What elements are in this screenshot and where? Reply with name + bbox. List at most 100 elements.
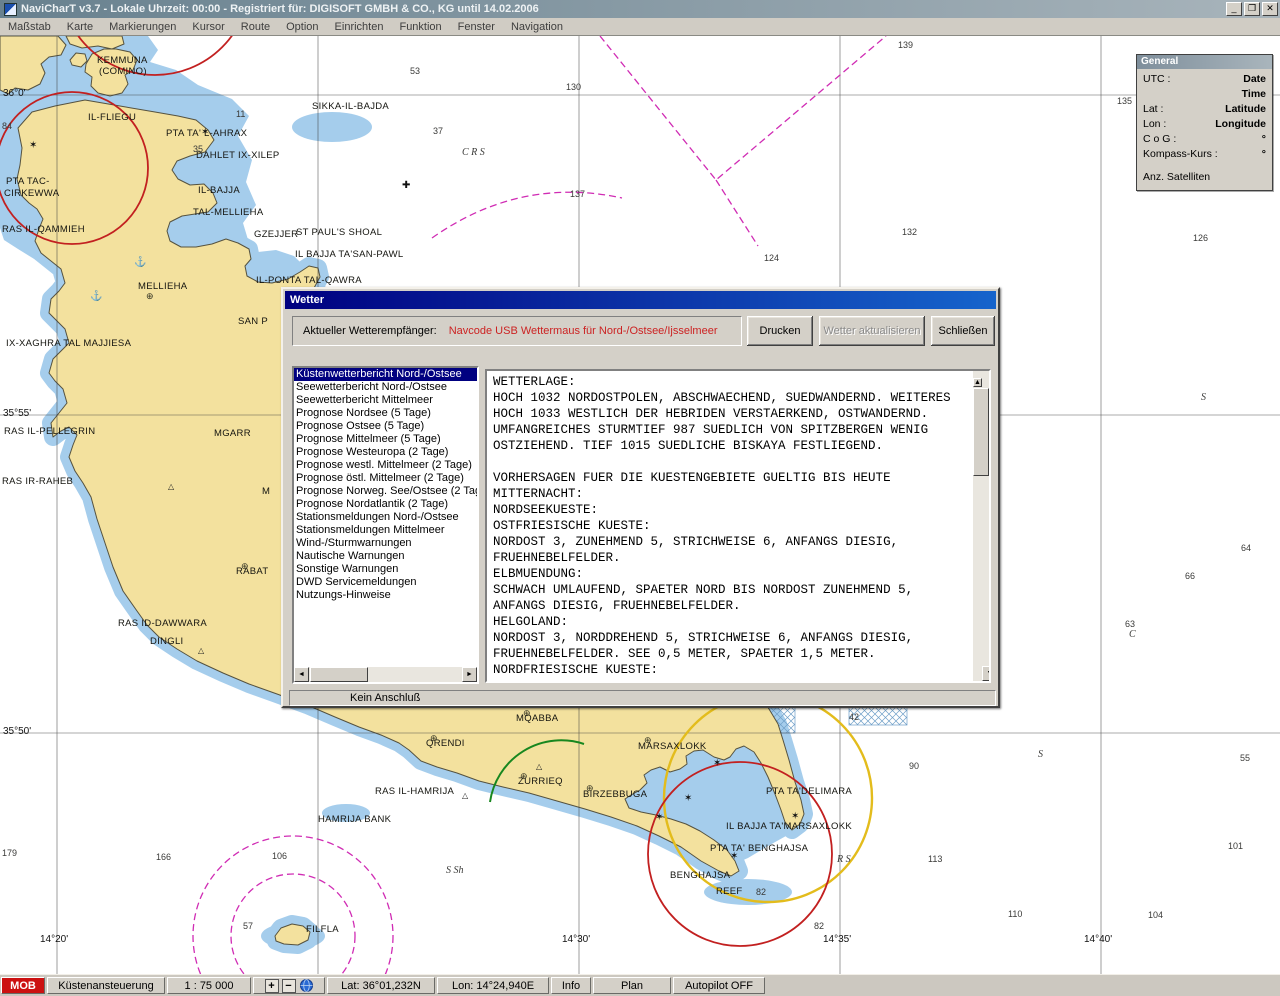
weather-list-item[interactable]: Seewetterbericht Mittelmeer <box>294 394 477 407</box>
general-row-value: ° <box>1262 148 1266 161</box>
vertical-scrollbar[interactable]: ▲ ▼ <box>973 371 989 681</box>
statusbar-filler <box>767 977 1279 994</box>
mob-button[interactable]: MOB <box>1 977 45 994</box>
general-row-value: ° <box>1262 133 1266 146</box>
report-line: NORDSEEKUESTE: <box>493 502 973 518</box>
weather-dialog-titlebar[interactable]: Wetter <box>285 291 996 309</box>
menu-item[interactable]: Fenster <box>450 19 503 35</box>
weather-list-item[interactable]: Prognose Mittelmeer (5 Tage) <box>294 433 477 446</box>
scroll-up-icon[interactable]: ▲ <box>973 378 982 387</box>
general-panel-row: UTC : Date <box>1139 72 1270 87</box>
general-row-value: Date <box>1243 73 1266 86</box>
menu-item[interactable]: Option <box>278 19 326 35</box>
general-row-value <box>1263 171 1266 184</box>
weather-list-item[interactable]: Prognose Nordsee (5 Tage) <box>294 407 477 420</box>
general-row-label: Anz. Satelliten <box>1143 171 1210 184</box>
window-title: NaviCharT v3.7 - Lokale Uhrzeit: 00:00 -… <box>21 3 539 15</box>
minimize-button[interactable]: _ <box>1226 2 1242 16</box>
general-panel-row: Anz. Satelliten <box>1139 170 1270 185</box>
report-line: NORDFRIESISCHE KUESTE: <box>493 662 973 678</box>
navichart-window: KEMMUNA(COMINO)SIKKA-IL-BAJDAIL-FLIEGUPT… <box>0 0 1280 996</box>
general-row-value: Latitude <box>1225 103 1266 116</box>
menu-item[interactable]: Route <box>233 19 278 35</box>
weather-list-item[interactable]: Nautische Warnungen <box>294 550 477 563</box>
weather-list-item[interactable]: Prognose Ostsee (5 Tage) <box>294 420 477 433</box>
maximize-button[interactable]: ❐ <box>1244 2 1260 16</box>
weather-list-item[interactable]: DWD Servicemeldungen <box>294 576 477 589</box>
receiver-value: Navcode USB Wettermaus für Nord-/Ostsee/… <box>449 325 718 337</box>
menu-item[interactable]: Einrichten <box>327 19 392 35</box>
report-line: ELBMUENDUNG: <box>493 566 973 582</box>
general-row-value: Time <box>1242 88 1266 101</box>
report-line: HOCH 1033 WESTLICH DER HEBRIDEN VERSTAER… <box>493 406 973 422</box>
weather-report-text[interactable]: WETTERLAGE:HOCH 1032 NORDOSTPOLEN, ABSCH… <box>485 369 991 683</box>
chart-scale-button[interactable]: 1 : 75 000 <box>167 977 251 994</box>
scroll-left-icon[interactable]: ◄ <box>294 667 309 682</box>
weather-list-item[interactable]: Prognose östl. Mittelmeer (2 Tage) <box>294 472 477 485</box>
horizontal-scrollbar[interactable]: ◄ ► <box>294 667 477 682</box>
general-row-label: Kompass-Kurs : <box>1143 148 1218 161</box>
weather-list-item[interactable]: Prognose Westeuropa (2 Tage) <box>294 446 477 459</box>
general-panel: General UTC : Date Time Lat : Latitude <box>1136 54 1273 191</box>
plan-button[interactable]: Plan <box>593 977 671 994</box>
general-row-label <box>1143 88 1146 101</box>
general-row-label: Lat : <box>1143 103 1163 116</box>
weather-list-item[interactable]: Prognose Nordatlantik (2 Tage) <box>294 498 477 511</box>
close-button[interactable]: ✕ <box>1262 2 1278 16</box>
weather-list-item[interactable]: Stationsmeldungen Mittelmeer <box>294 524 477 537</box>
zoom-in-icon[interactable]: + <box>265 979 279 993</box>
general-row-value: Longitude <box>1215 118 1266 131</box>
update-weather-button[interactable]: Wetter aktualisieren <box>819 316 925 346</box>
weather-list-item[interactable]: Küstenwetterbericht Nord-/Ostsee <box>294 368 477 381</box>
weather-list-item[interactable]: Nutzungs-Hinweise <box>294 589 477 602</box>
general-panel-row: Time <box>1139 87 1270 102</box>
menu-item[interactable]: Karte <box>59 19 101 35</box>
latitude-readout: Lat: 36°01,232N <box>327 977 435 994</box>
report-line: HELGOLAND: <box>493 614 973 630</box>
report-line: FRUEHNEBELFELDER. SEE 0,5 METER, SPAETER… <box>493 646 973 662</box>
general-panel-row: Lat : Latitude <box>1139 102 1270 117</box>
weather-list-item[interactable]: Wind-/Sturmwarnungen <box>294 537 477 550</box>
scroll-down-icon[interactable]: ▼ <box>982 666 991 681</box>
general-panel-row: Kompass-Kurs : ° <box>1139 147 1270 162</box>
report-line: NORDOST 3, NORDDREHEND 5, STRICHWEISE 6,… <box>493 630 973 646</box>
scrollbar-thumb[interactable] <box>973 388 989 476</box>
menu-item[interactable]: Funktion <box>391 19 449 35</box>
menu-item[interactable]: Kursor <box>184 19 232 35</box>
general-panel-row: C o G : ° <box>1139 132 1270 147</box>
title-bar: NaviCharT v3.7 - Lokale Uhrzeit: 00:00 -… <box>0 0 1280 18</box>
weather-list-item[interactable]: Sonstige Warnungen <box>294 563 477 576</box>
report-line: HOCH 1032 NORDOSTPOLEN, ABSCHWAECHEND, S… <box>493 390 973 406</box>
steering-mode-button[interactable]: Küstenansteuerung <box>47 977 165 994</box>
weather-list-item[interactable]: Prognose westl. Mittelmeer (2 Tage) <box>294 459 477 472</box>
info-button[interactable]: Info <box>551 977 591 994</box>
general-panel-row: Lon : Longitude <box>1139 117 1270 132</box>
close-dialog-button[interactable]: Schließen <box>931 316 995 346</box>
autopilot-button[interactable]: Autopilot OFF <box>673 977 765 994</box>
status-bar: MOB Küstenansteuerung 1 : 75 000 + − Lat… <box>0 974 1280 996</box>
report-line: VORHERSAGEN FUER DIE KUESTENGEBIETE GUEL… <box>493 470 973 486</box>
globe-icon[interactable] <box>299 978 314 993</box>
report-line: WETTERLAGE: <box>493 374 973 390</box>
scroll-right-icon[interactable]: ► <box>462 667 477 682</box>
report-line: OSTFRIESISCHE KUESTE: <box>493 518 973 534</box>
scrollbar-thumb[interactable] <box>310 667 368 682</box>
general-row-label: Lon : <box>1143 118 1166 131</box>
print-button[interactable]: Drucken <box>747 316 813 346</box>
weather-list-item[interactable]: Prognose Norweg. See/Ostsee (2 Tage) <box>294 485 477 498</box>
weather-list-item[interactable]: Stationsmeldungen Nord-/Ostsee <box>294 511 477 524</box>
general-row-label: C o G : <box>1143 133 1176 146</box>
menu-bar: MaßstabKarteMarkierungenKursorRouteOptio… <box>0 18 1280 36</box>
menu-item[interactable]: Navigation <box>503 19 571 35</box>
menu-item[interactable]: Markierungen <box>101 19 184 35</box>
report-line: ANFANGS DIESIG, FRUEHNEBELFELDER. <box>493 598 973 614</box>
menu-item[interactable]: Maßstab <box>0 19 59 35</box>
report-line: NORDOST 3, ZUNEHMEND 5, STRICHWEISE 6, A… <box>493 534 973 550</box>
report-line: SCHWACH UMLAUFEND, SPAETER NORD BIS NORD… <box>493 582 973 598</box>
weather-list-item[interactable]: Seewetterbericht Nord-/Ostsee <box>294 381 477 394</box>
weather-report-list[interactable]: Küstenwetterbericht Nord-/OstseeSeewette… <box>292 366 479 684</box>
receiver-label: Aktueller Wetterempfänger: <box>303 325 437 337</box>
longitude-readout: Lon: 14°24,940E <box>437 977 549 994</box>
report-line: OSTZIEHEND. TIEF 1015 SUEDLICHE BISKAYA … <box>493 438 973 454</box>
zoom-out-icon[interactable]: − <box>282 979 296 993</box>
